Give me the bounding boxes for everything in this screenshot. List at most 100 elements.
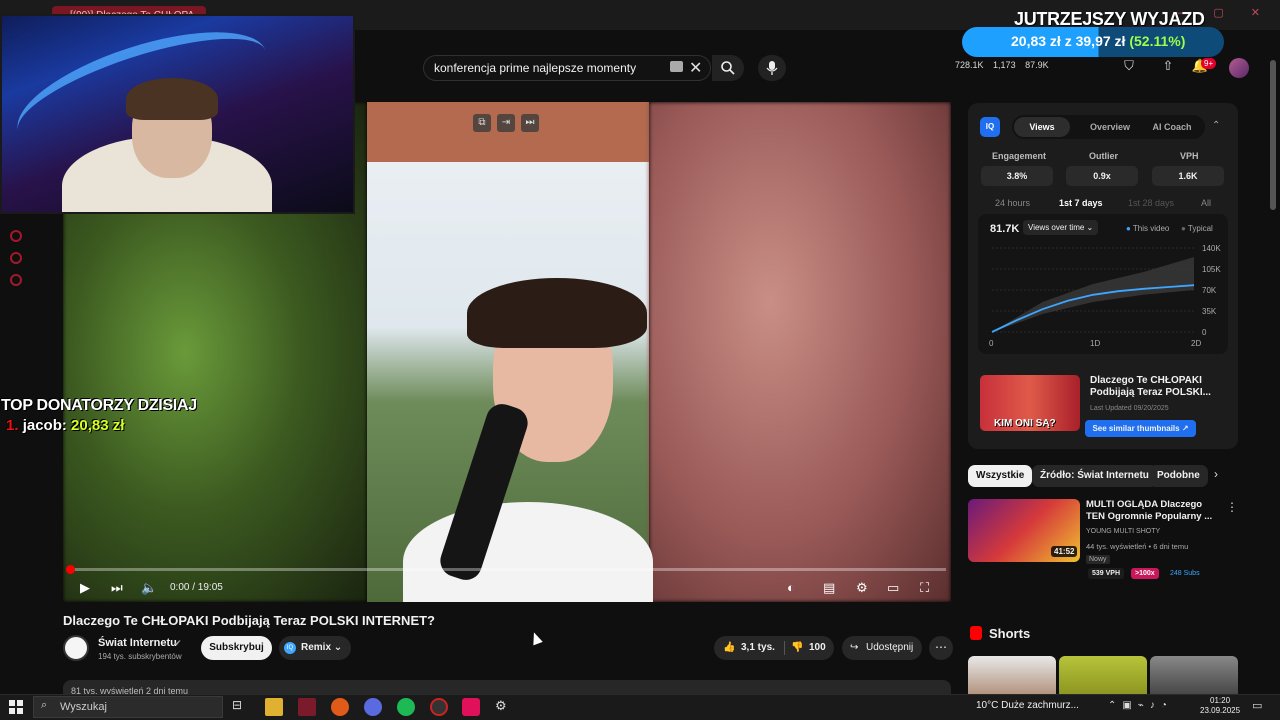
multiplier-badge: >100x — [1131, 568, 1159, 579]
subtitles-icon[interactable]: ▤ — [823, 580, 835, 596]
fullscreen-icon[interactable]: ⛶ — [920, 580, 929, 596]
player-controls: ▶ ⏭ 🔈 0:00 / 19:05 ◐ ▤ ⚙ ▭ ⛶ — [63, 576, 951, 602]
thumbs-up-icon[interactable]: 👍 — [723, 636, 735, 660]
recommendation-meta: 44 tys. wyświetleń • 6 dni temu — [1086, 542, 1189, 551]
video-frame-right — [649, 102, 951, 602]
file-explorer-icon[interactable] — [265, 698, 283, 716]
chip-similar[interactable]: Podobne — [1149, 465, 1208, 487]
dislike-count: 100 — [809, 642, 826, 653]
clear-search-icon[interactable]: ✕ — [689, 58, 702, 78]
sidebar-icon[interactable] — [10, 274, 22, 286]
share-button[interactable]: ↪ Udostępnij — [842, 636, 922, 660]
related-date: Last Updated 09/20/2025 — [1090, 405, 1169, 412]
new-badge: Nowy — [1086, 555, 1110, 564]
related-title[interactable]: Dlaczego Te CHŁOPAKI Podbijają Teraz POL… — [1090, 375, 1230, 399]
remix-label: Remix — [301, 642, 332, 653]
shorts-title: Shorts — [989, 626, 1031, 641]
windows-start-icon[interactable] — [9, 700, 23, 714]
browser-icon[interactable] — [331, 698, 349, 716]
short-thumbnail[interactable] — [968, 656, 1056, 696]
progress-scrubber[interactable] — [66, 565, 75, 574]
donor-rank: 1. — [6, 417, 19, 434]
task-view-icon[interactable]: ⊟ — [232, 698, 250, 716]
goal-target: 39,97 zł — [1075, 33, 1126, 49]
player-top-controls: ⧉ ⇥ ⏭ — [473, 112, 545, 132]
enter-icon[interactable]: ⇥ — [497, 114, 515, 132]
settings-icon[interactable]: ⚙ — [495, 698, 513, 716]
notifications-icon[interactable]: ▭ — [1252, 699, 1262, 712]
upload-icon[interactable]: ⇧ — [1159, 58, 1177, 76]
app-icon[interactable] — [298, 698, 316, 716]
volume-icon[interactable]: 🔈 — [141, 580, 157, 596]
skip-icon[interactable]: ⏭ — [521, 114, 539, 132]
short-thumbnail[interactable] — [1150, 656, 1238, 696]
keyboard-icon[interactable] — [670, 61, 683, 72]
x-tick-label: 0 — [989, 339, 994, 348]
collapse-icon[interactable]: ⌃ — [1212, 120, 1220, 131]
scrollbar[interactable] — [1270, 60, 1276, 210]
progress-bar[interactable] — [68, 568, 946, 571]
miniplayer-icon[interactable]: ⧉ — [473, 114, 491, 132]
voice-search-button[interactable] — [758, 55, 786, 81]
tab-overview[interactable]: Overview — [1080, 115, 1140, 139]
range-option[interactable]: 1st 28 days — [1128, 198, 1174, 208]
video-title: Dlaczego Te CHŁOPAKI Podbijają Teraz POL… — [63, 613, 435, 628]
clock-time: 01:20 — [1210, 696, 1231, 705]
next-icon[interactable]: ⏭ — [111, 580, 123, 596]
video-duration: 41:52 — [1051, 546, 1078, 557]
verified-icon: ✔ — [174, 638, 182, 648]
tab-ai-coach[interactable]: AI Coach — [1142, 115, 1202, 139]
donor-row: 1. jacob: 20,83 zł — [6, 417, 124, 434]
spotify-icon[interactable] — [397, 698, 415, 716]
chart-metric-select[interactable]: Views over time ⌄ — [1023, 220, 1099, 235]
mouse-cursor — [529, 630, 543, 646]
more-actions-button[interactable]: ⋯ — [929, 636, 953, 660]
search-input[interactable]: konferencja prime najlepsze momenty — [423, 55, 711, 81]
like-dislike-group[interactable]: 👍 3,1 tys. 👎 100 — [714, 636, 834, 660]
extension-icon[interactable]: ⛉ — [1120, 58, 1138, 76]
settings-icon[interactable]: ⚙ — [856, 580, 868, 596]
channel-subs: 194 tys. subskrybentów — [98, 652, 182, 661]
search-icon: ⌕ — [41, 699, 48, 711]
legend-typical-label: Typical — [1187, 224, 1213, 233]
tray-icons[interactable]: ⌃▣⌁♪◔ — [1108, 700, 1173, 711]
recommendation-channel[interactable]: YOUNG MULTI SHOTY — [1086, 528, 1160, 535]
subscribe-button[interactable]: Subskrybuj — [201, 636, 272, 660]
chip-all[interactable]: Wszystkie — [968, 465, 1033, 487]
tiktok-icon[interactable] — [462, 698, 480, 716]
thumbs-down-icon[interactable]: 👎 — [791, 636, 803, 660]
autoplay-toggle[interactable]: ◐ — [787, 580, 795, 595]
views-chart: 140K 105K 70K 35K 0 0 1D 2D — [989, 244, 1221, 348]
theater-icon[interactable]: ▭ — [887, 580, 899, 596]
more-vert-icon[interactable]: ⋮ — [1226, 500, 1238, 514]
sidebar-icon[interactable] — [10, 230, 22, 242]
range-option-selected[interactable]: 1st 7 days — [1059, 198, 1103, 208]
search-button[interactable] — [712, 55, 744, 81]
clock-date: 23.09.2025 — [1200, 706, 1241, 715]
discord-icon[interactable] — [364, 698, 382, 716]
channel-name[interactable]: Świat Internetu — [98, 637, 177, 649]
range-option[interactable]: 24 hours — [995, 198, 1030, 208]
chevron-right-icon[interactable]: › — [1214, 467, 1218, 481]
taskbar-clock[interactable]: 01:20 23.09.2025 — [1200, 696, 1240, 716]
chip-source[interactable]: Źródło: Świat Internetu — [1032, 465, 1157, 487]
stat-value: 3.8% — [981, 166, 1053, 186]
short-thumbnail[interactable] — [1059, 656, 1147, 696]
sidebar-icon[interactable] — [10, 252, 22, 264]
vidiq-tabs: Views Overview AI Coach — [1012, 115, 1205, 139]
x-tick-label: 1D — [1090, 339, 1100, 348]
shorts-icon — [970, 626, 982, 640]
legend-this-video: ● This video — [1126, 224, 1170, 233]
weather-widget[interactable]: 10°C Duże zachmurz... — [976, 700, 1079, 711]
app-icon[interactable] — [430, 698, 448, 716]
taskbar-search-input[interactable]: Wyszukaj — [33, 696, 223, 718]
range-option[interactable]: All — [1201, 198, 1211, 208]
tab-views[interactable]: Views — [1014, 117, 1070, 137]
avatar[interactable] — [1229, 58, 1249, 78]
chart-metric-label: Views over time — [1028, 223, 1085, 232]
play-icon[interactable]: ▶ — [80, 580, 90, 596]
see-similar-thumbnails-button[interactable]: See similar thumbnails ↗ — [1085, 420, 1196, 437]
channel-avatar[interactable] — [63, 635, 89, 661]
legend-typical: ● Typical — [1181, 224, 1213, 233]
recommendation-title[interactable]: MULTI OGLĄDA Dlaczego TEN Ogromnie Popul… — [1086, 499, 1220, 523]
